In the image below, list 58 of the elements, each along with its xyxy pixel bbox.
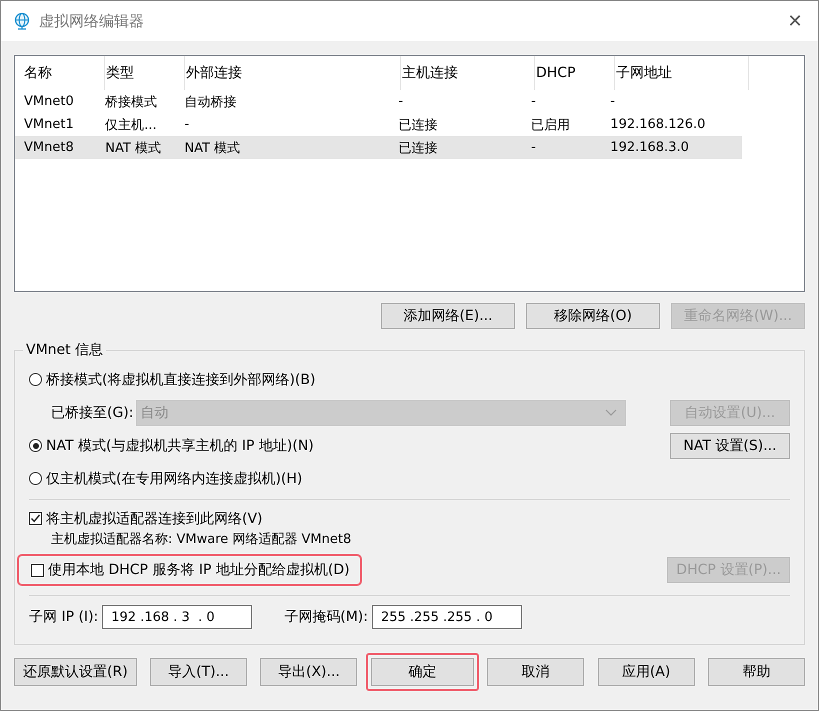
globe-icon	[13, 12, 31, 30]
group-title: VMnet 信息	[23, 341, 106, 359]
subnet-ip-label: 子网 IP (I):	[29, 608, 98, 626]
column-header[interactable]: 外部连接	[185, 56, 401, 90]
table-cell-text: 192.168.126.0	[609, 117, 706, 132]
table-cell-text: NAT 模式	[183, 140, 242, 156]
table-cell-text: 已启用	[530, 116, 572, 134]
column-header[interactable]: 主机连接	[401, 56, 535, 90]
dialog-button[interactable]: 导入(T)...	[150, 658, 248, 686]
checkbox-label: 将主机虚拟适配器连接到此网络(V)	[46, 510, 263, 528]
dialog-button[interactable]: 导出(X)...	[260, 658, 358, 686]
close-button[interactable]: ✕	[772, 1, 818, 41]
network-row[interactable]: VMnet0 桥接模式 自动桥接 - - -	[15, 90, 742, 113]
subnet-ip-field[interactable]: 192 .168 . 3 . 0	[102, 605, 252, 629]
radio-button[interactable]	[29, 373, 42, 386]
dialog-button[interactable]: 帮助	[708, 658, 805, 686]
dialog-button[interactable]: 确定	[370, 658, 474, 686]
table-cell-text: VMnet8	[23, 140, 75, 155]
table-cell-text: 仅主机...	[104, 116, 158, 134]
table-cell-text: 桥接模式	[104, 94, 158, 110]
radio-label: 仅主机模式(在专用网络内连接虚拟机)(H)	[46, 470, 302, 488]
table-cell-text: 自动桥接	[183, 94, 238, 110]
table-cell-text: 已连接	[397, 116, 438, 134]
column-header[interactable]: 类型	[105, 56, 185, 90]
checkbox[interactable]	[29, 512, 42, 525]
table-cell-text: VMnet0	[23, 94, 75, 109]
radio-button[interactable]	[29, 439, 42, 452]
checkbox[interactable]	[31, 564, 44, 576]
window-title: 虚拟网络编辑器	[39, 12, 145, 30]
radio-button[interactable]	[29, 472, 42, 485]
list-button[interactable]: 移除网络(O)	[526, 303, 660, 329]
subnet-mask-label: 子网掩码(M):	[284, 608, 368, 626]
network-row[interactable]: VMnet8 NAT 模式 NAT 模式 已连接 - 192.168.3.0	[15, 136, 742, 159]
dialog-button[interactable]: 取消	[487, 658, 584, 686]
table-cell-text: -	[397, 94, 404, 109]
radio-label: NAT 模式(与虚拟机共享主机的 IP 地址)(N)	[46, 436, 315, 454]
checkbox-label: 使用本地 DHCP 服务将 IP 地址分配给虚拟机(D)	[48, 561, 350, 579]
table-cell-text: -	[609, 94, 616, 109]
table-cell-text: 192.168.3.0	[609, 140, 690, 155]
table-cell-text: NAT 模式	[104, 140, 162, 156]
chevron-down-icon	[604, 408, 616, 416]
column-header[interactable]: 子网地址	[615, 56, 749, 90]
nat-settings-button[interactable]: NAT 设置(S)...	[670, 432, 790, 458]
network-row[interactable]: VMnet1 仅主机... - 已连接 已启用 192.168.126.0	[15, 113, 742, 136]
column-header[interactable]: 名称	[23, 56, 105, 90]
column-header[interactable]: DHCP	[535, 56, 615, 90]
table-cell-text: -	[530, 140, 537, 155]
dialog-button[interactable]: 应用(A)	[598, 658, 695, 686]
bridged-to-label: 已桥接至(G):	[51, 404, 134, 422]
adapter-name-text: 主机虚拟适配器名称: VMware 网络适配器 VMnet8	[51, 531, 352, 548]
table-cell-text: -	[530, 94, 537, 109]
table-cell-text: -	[183, 117, 190, 132]
list-button[interactable]: 添加网络(E)...	[381, 303, 515, 329]
dialog-button[interactable]: 还原默认设置(R)	[14, 658, 137, 686]
table-cell-text: 已连接	[397, 140, 438, 156]
subnet-mask-field[interactable]: 255 .255 .255 . 0	[372, 605, 522, 629]
table-cell-text: VMnet1	[23, 117, 75, 132]
radio-label: 桥接模式(将虚拟机直接连接到外部网络)(B)	[46, 370, 316, 388]
